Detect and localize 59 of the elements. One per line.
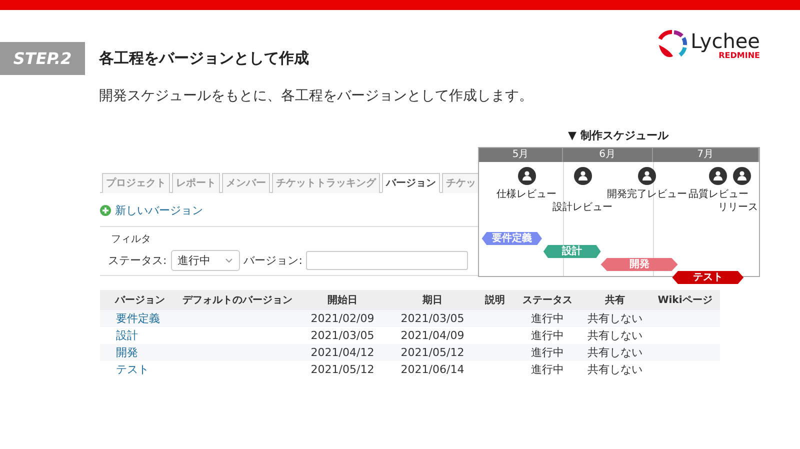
status-label: ステータス: <box>108 253 167 268</box>
phase-bar: テスト <box>672 271 744 284</box>
logo-name: Lychee <box>690 30 760 50</box>
column-header: デフォルトのバージョン <box>182 294 294 308</box>
slide-title: 各工程をバージョンとして作成 <box>99 49 309 68</box>
column-header: Wikiページ <box>656 294 714 308</box>
person-icon <box>574 167 592 185</box>
table-cell-text: 進行中 <box>530 311 565 326</box>
column-header: バージョン <box>114 294 166 308</box>
table-cell-text: 進行中 <box>530 345 565 360</box>
table-cell-text: 共有しない <box>586 328 644 343</box>
column-header: ステータス <box>522 294 574 308</box>
column-header: 共有 <box>604 294 626 308</box>
milestone-label: 品質レビュー <box>688 188 748 201</box>
table-cell-text: 共有しない <box>586 311 644 326</box>
column-header: 開始日 <box>326 294 358 308</box>
table-cell-text: 共有しない <box>586 345 644 360</box>
schedule-title: ▼ 制作スケジュール <box>568 128 668 143</box>
milestone-label: 開発完了レビュー <box>607 188 687 201</box>
tab[interactable]: バージョン <box>382 173 440 193</box>
version-link[interactable]: 開発 <box>100 345 180 360</box>
version-field[interactable] <box>306 251 468 270</box>
milestone-label: 設計レビュー <box>552 200 613 214</box>
table-cell-text: 2021/05/12 <box>310 363 376 376</box>
month-label: 5月 <box>479 148 563 162</box>
logo-product: REDMINE <box>718 52 760 60</box>
table-cell-text: 2021/04/12 <box>310 346 376 359</box>
version-link[interactable]: 設計 <box>100 328 180 343</box>
version-label: バージョン: <box>244 253 302 268</box>
milestone-label: リリース <box>718 201 758 214</box>
step-label: STEP.2 <box>0 42 85 75</box>
status-select[interactable]: 進行中 <box>170 250 240 271</box>
table-cell-text: 2021/05/12 <box>400 346 466 359</box>
table-cell-text: 共有しない <box>586 362 644 377</box>
slide-subtitle: 開発スケジュールをもとに、各工程をバージョンとして作成します。 <box>99 87 534 105</box>
version-link[interactable]: 要件定義 <box>100 311 180 326</box>
person-icon <box>733 167 752 185</box>
table-cell-text: 2021/03/05 <box>310 329 376 342</box>
add-icon <box>100 205 111 216</box>
person-icon <box>518 167 536 185</box>
person-icon <box>638 167 656 185</box>
chevron-icon <box>224 258 233 263</box>
table-cell-text: 2021/02/09 <box>310 312 376 325</box>
table-cell-text: 2021/03/05 <box>400 312 466 325</box>
month-label: 7月 <box>652 148 759 162</box>
milestone-label: 仕様レビュー <box>496 188 557 201</box>
person-icon <box>709 167 728 185</box>
column-header: 期日 <box>422 294 444 308</box>
phase-bar: 開発 <box>600 258 678 271</box>
table-cell-text: 進行中 <box>530 362 565 377</box>
table-cell-text: 2021/04/09 <box>400 329 466 342</box>
new-version-link[interactable]: 新しいバージョン <box>115 203 203 218</box>
phase-bar: 設計 <box>543 245 601 258</box>
column-header: 説明 <box>484 294 506 308</box>
table-cell-text: 2021/06/14 <box>400 363 466 376</box>
phase-bar: 要件定義 <box>482 232 542 245</box>
month-label: 6月 <box>563 148 653 162</box>
version-link[interactable]: テスト <box>100 362 180 377</box>
table-cell-text: 進行中 <box>530 328 565 343</box>
